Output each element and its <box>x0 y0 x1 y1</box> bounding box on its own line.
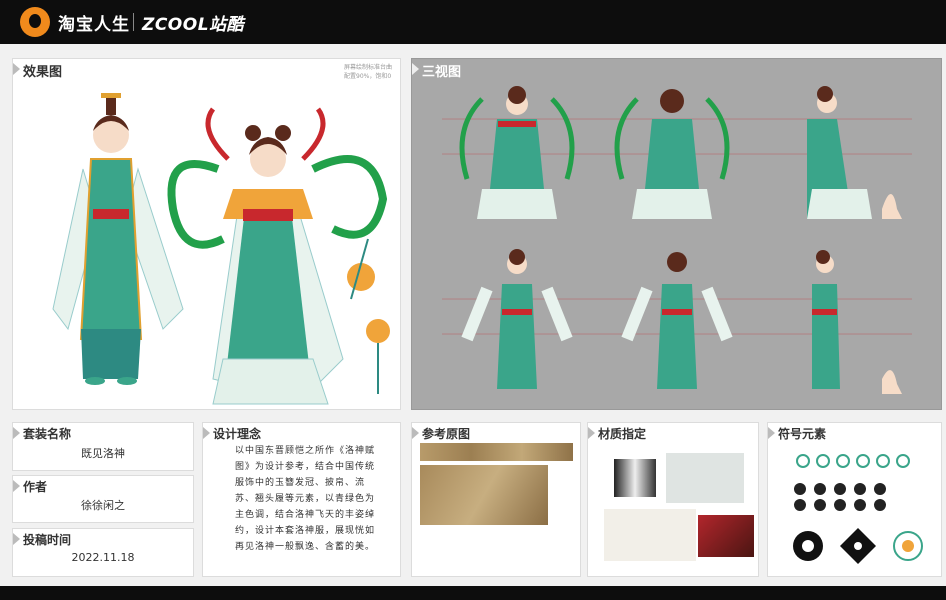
effect-panel: 效果图 屏幕绘制标准台曲 配置90%，饱和0 <box>12 58 401 410</box>
title-marker-icon <box>588 427 595 439</box>
material-swatch-silk-dark <box>614 459 656 497</box>
date-panel: 投稿时间 2022.11.18 <box>12 528 194 577</box>
title-marker-icon <box>13 427 20 439</box>
set-name-label: 套装名称 <box>23 427 72 441</box>
three-view-panel: 三视图 <box>411 58 942 410</box>
author-value: 徐徐闲之 <box>81 499 125 512</box>
title-marker-icon <box>13 533 20 545</box>
material-swatch-embroidery <box>698 515 754 557</box>
set-name-value: 既见洛神 <box>81 447 125 460</box>
top-bar: 淘宝人生 ZCOOL站酷 <box>0 0 946 44</box>
brand-divider <box>133 13 134 31</box>
symbol-panel: 符号元素 <box>767 422 942 577</box>
concept-text: 以中国东晋顾恺之所作《洛神赋图》为设计参考，结合中国传统服饰中的玉簪发冠、披帛、… <box>235 446 376 552</box>
material-title: 材质指定 <box>598 427 647 441</box>
reference-scroll-image-1 <box>420 443 573 461</box>
material-swatch-white-fabric <box>604 509 696 561</box>
author-panel: 作者 徐徐闲之 <box>12 475 194 523</box>
title-marker-icon <box>13 480 20 492</box>
reference-title: 参考原图 <box>422 427 471 441</box>
reference-panel: 参考原图 <box>411 422 581 577</box>
reference-scroll-image-2 <box>420 465 548 525</box>
set-name-panel: 套装名称 既见洛神 <box>12 422 194 471</box>
title-marker-icon <box>203 427 210 439</box>
material-panel: 材质指定 <box>587 422 759 577</box>
female-character-illustration <box>167 107 390 405</box>
brand-taobao: 淘宝人生 <box>58 15 130 35</box>
concept-panel: 设计理念 以中国东晋顾恺之所作《洛神赋图》为设计参考，结合中国传统服饰中的玉簪发… <box>202 422 401 577</box>
concept-title: 设计理念 <box>213 427 262 441</box>
taobao-logo-icon <box>20 7 50 37</box>
date-value: 2022.11.18 <box>71 551 135 564</box>
brand-zcool: ZCOOL站酷 <box>142 15 245 35</box>
date-label: 投稿时间 <box>23 533 72 547</box>
symbol-patterns-illustration <box>793 454 923 564</box>
three-view-illustration <box>442 86 912 394</box>
author-label: 作者 <box>23 480 48 494</box>
title-marker-icon <box>412 427 419 439</box>
material-swatch-gauze <box>666 453 744 503</box>
bottom-bar <box>0 586 946 600</box>
